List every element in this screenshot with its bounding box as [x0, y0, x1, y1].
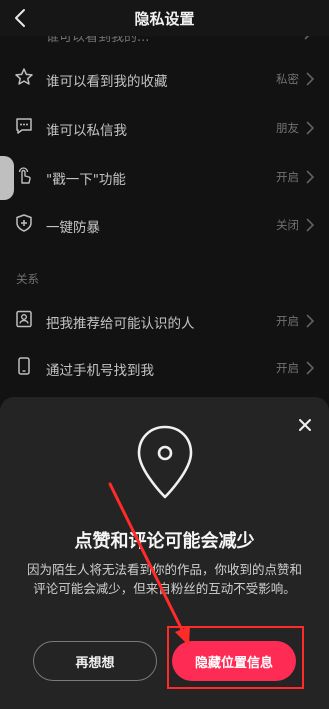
- chevron-right-icon: [306, 121, 315, 135]
- setting-row-favorites-visibility[interactable]: 谁可以看到我的收藏 私密: [0, 55, 329, 103]
- star-icon: [15, 68, 33, 85]
- location-pin-icon: [137, 425, 193, 499]
- page-title: 隐私设置: [134, 10, 195, 28]
- chevron-right-icon: [306, 314, 315, 328]
- contact-card-icon: [16, 310, 32, 328]
- section-title-relations: 关系: [16, 272, 39, 286]
- setting-row-poke[interactable]: "戳一下"功能 开启: [0, 153, 329, 201]
- close-icon[interactable]: [297, 417, 313, 433]
- setting-row-find-by-phone[interactable]: 通过手机号找到我 开启: [0, 344, 329, 392]
- top-bar: 隐私设置: [0, 0, 329, 36]
- chevron-right-icon: [306, 72, 315, 86]
- sheet-title: 点赞和评论可能会减少: [74, 531, 255, 552]
- rethink-button[interactable]: 再想想: [33, 641, 157, 681]
- setting-row-label: 谁可以私信我: [46, 123, 127, 139]
- setting-row-value: 关闭: [276, 218, 299, 232]
- setting-row-value: 开启: [276, 170, 299, 184]
- setting-row-anti-harassment[interactable]: 一键防暴 关闭: [0, 201, 329, 249]
- setting-row-label: 通过手机号找到我: [46, 363, 154, 379]
- setting-row-value: 私密: [276, 72, 299, 86]
- setting-row-recommend-me[interactable]: 把我推荐给可能认识的人 开启: [0, 297, 329, 345]
- chevron-right-icon: [306, 170, 315, 184]
- setting-row-value: 开启: [276, 361, 299, 375]
- setting-row-label: "戳一下"功能: [46, 172, 126, 188]
- setting-row-label: 一键防暴: [46, 220, 100, 236]
- chevron-right-icon: [306, 361, 315, 375]
- shield-plus-icon: [16, 214, 32, 232]
- setting-row-value: 开启: [276, 314, 299, 328]
- chat-bubble-icon: [16, 118, 32, 134]
- setting-row-label: 谁可以看到我的收藏: [46, 74, 168, 90]
- floating-edge-handle[interactable]: [0, 156, 14, 200]
- setting-row-value: 朋友: [276, 121, 299, 135]
- sheet-description: 因为陌生人将无法看到你的作品，你收到的点赞和评论可能会减少，但来自粉丝的互动不受…: [26, 562, 302, 596]
- setting-row-label: 把我推荐给可能认识的人: [46, 316, 195, 332]
- poke-hand-icon: [18, 167, 31, 184]
- chevron-right-icon: [306, 218, 315, 232]
- hide-location-button[interactable]: 隐藏位置信息: [172, 641, 296, 681]
- setting-row-direct-message[interactable]: 谁可以私信我 朋友: [0, 104, 329, 152]
- hide-location-bottom-sheet: 点赞和评论可能会减少 因为陌生人将无法看到你的作品，你收到的点赞和评论可能会减少…: [0, 397, 329, 709]
- phone-icon: [18, 357, 30, 375]
